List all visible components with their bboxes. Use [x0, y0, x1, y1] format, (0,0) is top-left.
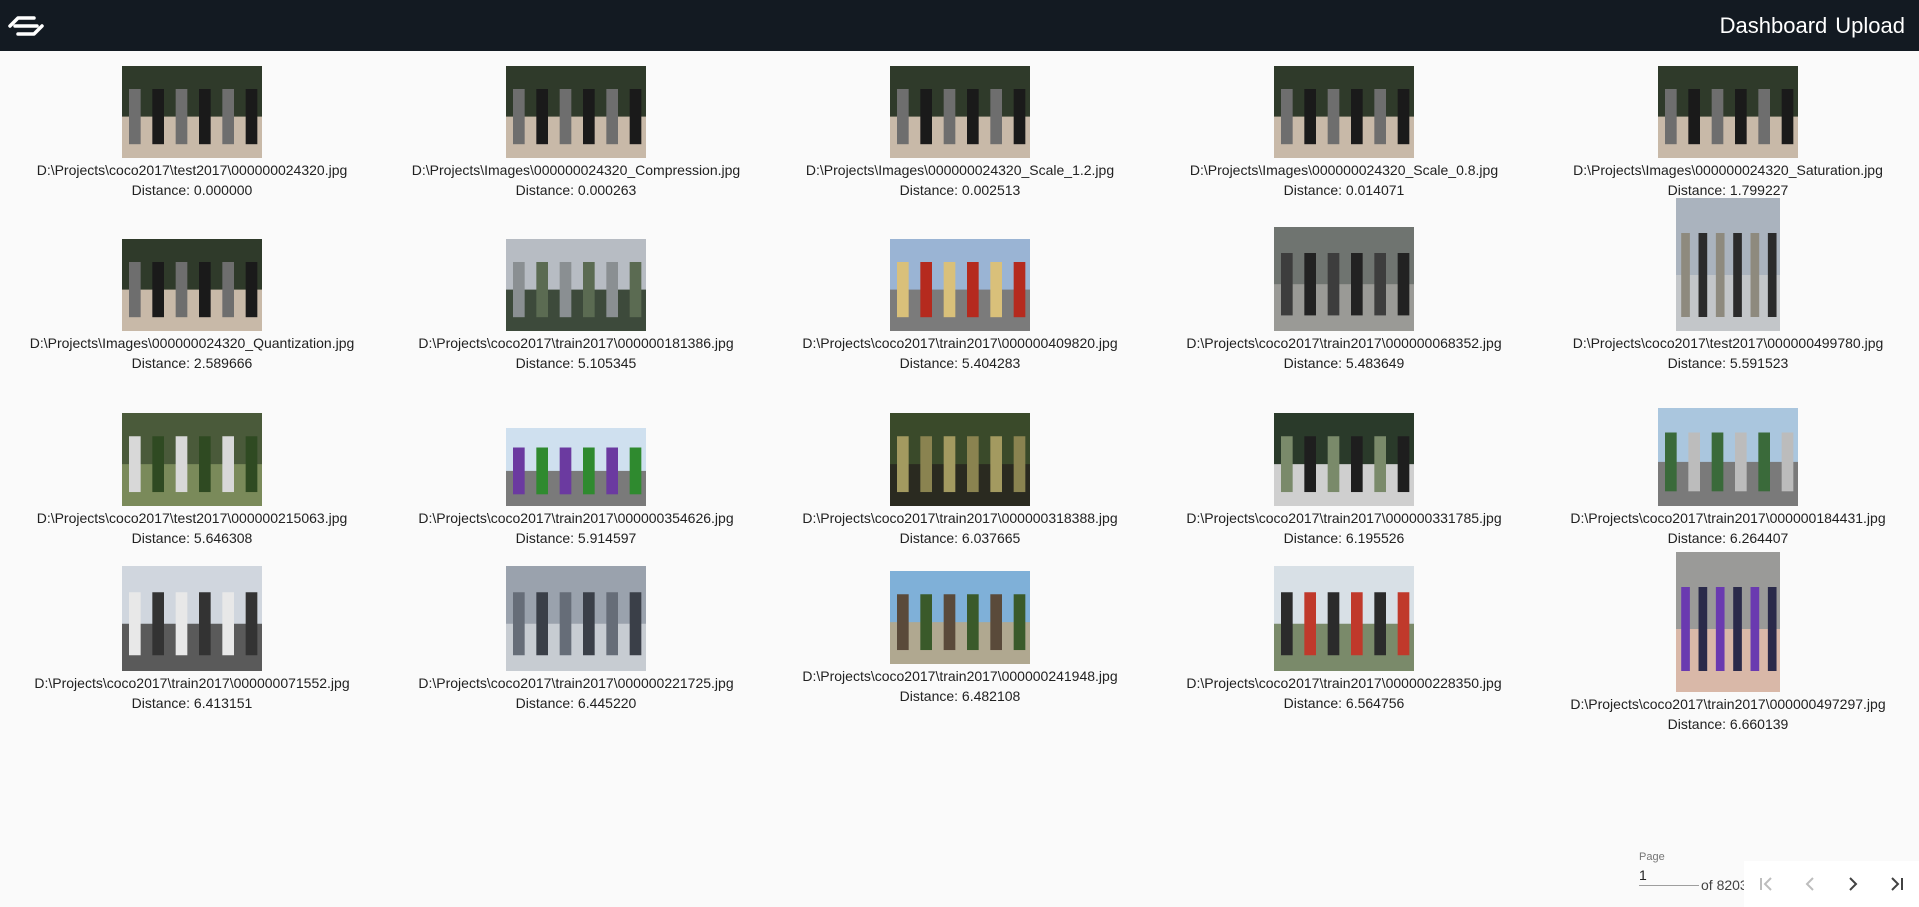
result-thumbnail[interactable] — [1274, 413, 1414, 506]
result-tile[interactable]: D:\Projects\coco2017\train2017\000000241… — [768, 546, 1152, 741]
result-path: D:\Projects\coco2017\train2017\000000221… — [418, 675, 734, 691]
result-distance: Distance: 6.660139 — [1667, 716, 1789, 732]
result-path: D:\Projects\coco2017\train2017\000000318… — [802, 510, 1118, 526]
page-label: Page — [1639, 851, 1665, 863]
result-thumbnail[interactable] — [1274, 227, 1414, 331]
result-tile[interactable]: D:\Projects\coco2017\train2017\000000331… — [1152, 371, 1536, 546]
result-thumbnail[interactable] — [1658, 66, 1798, 158]
result-path: D:\Projects\coco2017\train2017\000000181… — [418, 335, 734, 351]
result-tile[interactable]: D:\Projects\coco2017\train2017\000000354… — [384, 371, 768, 546]
result-tile[interactable]: D:\Projects\coco2017\train2017\000000184… — [1536, 371, 1919, 546]
result-distance: Distance: 5.483649 — [1283, 355, 1405, 371]
result-tile[interactable]: D:\Projects\coco2017\train2017\000000318… — [768, 371, 1152, 546]
first-page-icon[interactable] — [1750, 868, 1782, 900]
result-thumbnail[interactable] — [1274, 566, 1414, 671]
result-tile[interactable]: D:\Projects\coco2017\train2017\000000068… — [1152, 198, 1536, 371]
result-thumbnail[interactable] — [506, 239, 646, 331]
result-thumbnail[interactable] — [122, 413, 262, 506]
page-field: Page — [1639, 851, 1701, 886]
page-number-input[interactable] — [1639, 863, 1699, 886]
result-thumbnail[interactable] — [506, 66, 646, 158]
page-total: of 8203 — [1701, 877, 1748, 893]
result-path: D:\Projects\Images\000000024320_Saturati… — [1573, 162, 1883, 178]
result-path: D:\Projects\Images\000000024320_Scale_0.… — [1189, 162, 1499, 178]
result-distance: Distance: 5.105345 — [515, 355, 637, 371]
result-path: D:\Projects\coco2017\train2017\000000228… — [1186, 675, 1502, 691]
result-thumbnail[interactable] — [1676, 552, 1780, 692]
result-path: D:\Projects\coco2017\train2017\000000409… — [802, 335, 1118, 351]
nav-upload[interactable]: Upload — [1831, 13, 1909, 39]
result-path: D:\Projects\coco2017\test2017\0000000243… — [36, 162, 348, 178]
result-thumbnail[interactable] — [1658, 408, 1798, 506]
result-distance: Distance: 0.014071 — [1283, 182, 1405, 198]
result-path: D:\Projects\coco2017\train2017\000000068… — [1186, 335, 1502, 351]
result-path: D:\Projects\coco2017\train2017\000000331… — [1186, 510, 1502, 526]
result-thumbnail[interactable] — [890, 413, 1030, 506]
result-distance: Distance: 6.037665 — [899, 530, 1021, 546]
next-page-icon[interactable] — [1837, 868, 1869, 900]
result-tile[interactable]: D:\Projects\coco2017\train2017\000000228… — [1152, 546, 1536, 741]
result-thumbnail[interactable] — [506, 428, 646, 506]
result-thumbnail[interactable] — [890, 239, 1030, 331]
result-tile[interactable]: D:\Projects\coco2017\test2017\0000002150… — [0, 371, 384, 546]
result-tile[interactable]: D:\Projects\Images\000000024320_Compress… — [384, 51, 768, 198]
result-path: D:\Projects\coco2017\test2017\0000002150… — [36, 510, 348, 526]
paginator: Page of 8203 — [1639, 847, 1919, 907]
previous-page-icon[interactable] — [1794, 868, 1826, 900]
result-thumbnail[interactable] — [122, 66, 262, 158]
result-distance: Distance: 1.799227 — [1667, 182, 1789, 198]
result-thumbnail[interactable] — [1676, 198, 1780, 331]
result-tile[interactable]: D:\Projects\Images\000000024320_Scale_0.… — [1152, 51, 1536, 198]
result-thumbnail[interactable] — [890, 571, 1030, 664]
result-path: D:\Projects\Images\000000024320_Quantiza… — [29, 335, 355, 351]
result-distance: Distance: 0.000263 — [515, 182, 637, 198]
result-distance: Distance: 6.264407 — [1667, 530, 1789, 546]
result-distance: Distance: 0.002513 — [899, 182, 1021, 198]
result-distance: Distance: 0.000000 — [131, 182, 253, 198]
result-thumbnail[interactable] — [122, 239, 262, 331]
result-tile[interactable]: D:\Projects\coco2017\test2017\0000000243… — [0, 51, 384, 198]
top-bar: Dashboard Upload — [0, 0, 1919, 51]
result-distance: Distance: 5.646308 — [131, 530, 253, 546]
result-thumbnail[interactable] — [1274, 66, 1414, 158]
result-path: D:\Projects\coco2017\train2017\000000497… — [1570, 696, 1886, 712]
result-tile[interactable]: D:\Projects\coco2017\train2017\000000497… — [1536, 546, 1919, 741]
result-tile[interactable]: D:\Projects\Images\000000024320_Saturati… — [1536, 51, 1919, 198]
result-path: D:\Projects\coco2017\test2017\0000004997… — [1572, 335, 1884, 351]
nav-dashboard[interactable]: Dashboard — [1716, 13, 1832, 39]
result-path: D:\Projects\Images\000000024320_Scale_1.… — [805, 162, 1115, 178]
result-tile[interactable]: D:\Projects\coco2017\train2017\000000181… — [384, 198, 768, 371]
result-distance: Distance: 6.482108 — [899, 688, 1021, 704]
result-distance: Distance: 6.445220 — [515, 695, 637, 711]
result-distance: Distance: 5.914597 — [515, 530, 637, 546]
top-nav: Dashboard Upload — [1716, 13, 1909, 39]
result-thumbnail[interactable] — [122, 566, 262, 671]
result-path: D:\Projects\coco2017\train2017\000000241… — [802, 668, 1118, 684]
result-tile[interactable]: D:\Projects\Images\000000024320_Quantiza… — [0, 198, 384, 371]
result-tile[interactable]: D:\Projects\coco2017\train2017\000000409… — [768, 198, 1152, 371]
result-tile[interactable]: D:\Projects\Images\000000024320_Scale_1.… — [768, 51, 1152, 198]
result-distance: Distance: 6.564756 — [1283, 695, 1405, 711]
result-distance: Distance: 5.591523 — [1667, 355, 1789, 371]
result-thumbnail[interactable] — [506, 566, 646, 671]
result-tile[interactable]: D:\Projects\coco2017\test2017\0000004997… — [1536, 198, 1919, 371]
result-distance: Distance: 5.404283 — [899, 355, 1021, 371]
result-path: D:\Projects\coco2017\train2017\000000354… — [418, 510, 734, 526]
result-path: D:\Projects\coco2017\train2017\000000184… — [1570, 510, 1886, 526]
result-distance: Distance: 6.195526 — [1283, 530, 1405, 546]
last-page-icon[interactable] — [1881, 868, 1913, 900]
result-distance: Distance: 6.413151 — [131, 695, 253, 711]
result-path: D:\Projects\Images\000000024320_Compress… — [411, 162, 741, 178]
paginator-buttons — [1744, 861, 1919, 907]
result-distance: Distance: 2.589666 — [131, 355, 253, 371]
result-thumbnail[interactable] — [890, 66, 1030, 158]
result-path: D:\Projects\coco2017\train2017\000000071… — [34, 675, 350, 691]
result-tile[interactable]: D:\Projects\coco2017\train2017\000000221… — [384, 546, 768, 741]
results-grid: D:\Projects\coco2017\test2017\0000000243… — [0, 51, 1919, 741]
result-tile[interactable]: D:\Projects\coco2017\train2017\000000071… — [0, 546, 384, 741]
app-logo-icon[interactable] — [6, 6, 46, 46]
